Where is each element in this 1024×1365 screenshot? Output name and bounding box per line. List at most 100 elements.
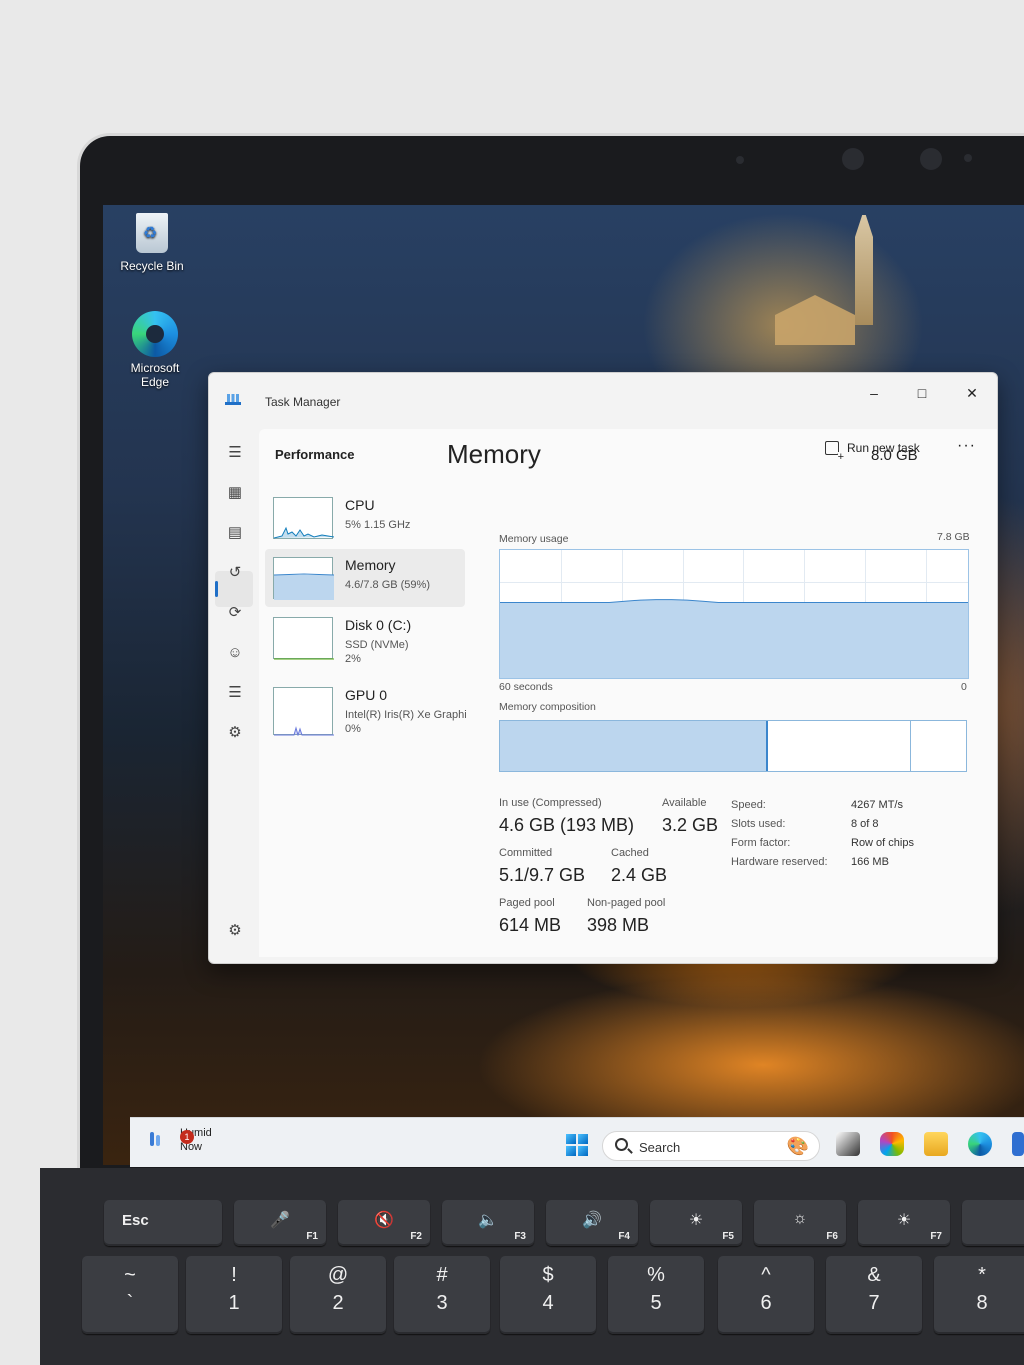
- weather-badge: 1: [180, 1130, 194, 1144]
- minimize-button[interactable]: –: [851, 373, 897, 413]
- search-icon: [615, 1138, 628, 1151]
- resource-cpu[interactable]: CPU 5% 1.15 GHz: [265, 489, 465, 547]
- key-backtick[interactable]: ~ `: [82, 1256, 178, 1334]
- key-f6-brightness-down[interactable]: ☼ F6: [754, 1200, 846, 1246]
- paged-pool-label: Paged pool: [499, 897, 555, 909]
- weather-widget[interactable]: 1 Humid Now: [150, 1126, 212, 1154]
- key-6[interactable]: ^ 6: [718, 1256, 814, 1334]
- disk-thumb-graph: [273, 617, 334, 660]
- app-history-icon[interactable]: ↺: [225, 563, 245, 583]
- resource-disk[interactable]: Disk 0 (C:) SSD (NVMe) 2%: [265, 609, 465, 667]
- key-3[interactable]: #3: [394, 1256, 490, 1334]
- resource-detail: 4.6/7.8 GB (59%): [345, 579, 430, 591]
- key-esc[interactable]: Esc: [104, 1200, 222, 1246]
- memory-usage-area: [500, 599, 968, 678]
- key-f5-keyboard-light[interactable]: ☀ F5: [650, 1200, 742, 1246]
- spec-slots-value: 8 of 8: [851, 818, 879, 830]
- memory-composition-label: Memory composition: [499, 701, 596, 713]
- gpu-thumb-graph: [273, 687, 334, 736]
- paged-pool-value: 614 MB: [499, 915, 562, 935]
- memory-usage-max: 7.8 GB: [937, 531, 970, 543]
- file-explorer-icon[interactable]: [924, 1132, 948, 1156]
- spec-hw-reserved-value: 166 MB: [851, 856, 889, 868]
- key-8[interactable]: * 8: [934, 1256, 1024, 1334]
- recycle-bin-icon: ♻: [136, 213, 168, 253]
- search-label: Search: [639, 1140, 681, 1155]
- recycle-bin-label: Recycle Bin: [120, 259, 184, 273]
- memory-usage-fill: [500, 599, 968, 678]
- memory-composition-bar: [499, 720, 967, 772]
- resource-gpu[interactable]: GPU 0 Intel(R) Iris(R) Xe Graphi 0%: [265, 679, 467, 737]
- more-options-button[interactable]: ···: [957, 437, 976, 455]
- non-paged-pool-label: Non-paged pool: [587, 897, 666, 909]
- committed-value: 5.1/9.7 GB: [499, 865, 586, 885]
- desktop-icon-recycle-bin[interactable]: ♻ Recycle Bin: [107, 213, 197, 273]
- in-use-value: 4.6 GB (193 MB): [499, 815, 635, 835]
- available-label: Available: [662, 797, 707, 809]
- key-f1-mic[interactable]: 🎤 F1: [234, 1200, 326, 1246]
- key-f8[interactable]: [962, 1200, 1024, 1246]
- resource-memory[interactable]: Memory 4.6/7.8 GB (59%): [265, 549, 465, 607]
- committed-label: Committed: [499, 847, 553, 859]
- composition-standby-divider: [910, 721, 912, 771]
- hamburger-menu-icon[interactable]: ☰: [225, 443, 245, 463]
- graph-x-right-label: 0: [961, 681, 967, 693]
- search-highlight-icon: 🎨: [786, 1136, 809, 1156]
- non-paged-pool-value: 398 MB: [587, 915, 650, 935]
- edge-taskbar-icon[interactable]: [968, 1132, 992, 1156]
- taskbar-search-box[interactable]: Search 🎨: [602, 1131, 820, 1161]
- microsoft-365-icon[interactable]: [880, 1132, 904, 1156]
- resource-name: Disk 0 (C:): [345, 617, 412, 633]
- services-icon[interactable]: ⚙: [225, 723, 245, 743]
- spec-slots-label: Slots used:: [731, 818, 786, 830]
- key-f3-volume-down[interactable]: 🔈 F3: [442, 1200, 534, 1246]
- key-5[interactable]: % 5: [608, 1256, 704, 1334]
- side-nav: ☰ ▦ ▤ ↺ ⟳ ☺ ☰ ⚙ ⚙: [209, 431, 259, 963]
- wallpaper-tower: [855, 215, 873, 325]
- settings-gear-icon[interactable]: ⚙: [225, 921, 245, 941]
- taskbar: 1 Humid Now Search 🎨: [130, 1117, 1024, 1167]
- users-icon[interactable]: ☺: [225, 643, 245, 663]
- desktop-icon-edge[interactable]: Microsoft Edge: [110, 311, 200, 389]
- spec-hw-reserved-label: Hardware reserved:: [731, 856, 828, 868]
- memory-total: 8.0 GB: [871, 447, 918, 464]
- store-icon[interactable]: [1012, 1132, 1024, 1156]
- close-button[interactable]: ✕: [949, 373, 995, 413]
- camera-light: [964, 154, 972, 162]
- page-title: Performance: [275, 447, 355, 462]
- task-view-icon[interactable]: [836, 1132, 860, 1156]
- keyboard: Esc 🎤 F1 🔇 F2 🔈 F3 🔊 F4 ☀ F5 ☼ F6 ☀ F7 ~ ` ! 1 @2…: [40, 1168, 1024, 1365]
- key-4[interactable]: $4: [500, 1256, 596, 1334]
- cached-value: 2.4 GB: [611, 865, 668, 885]
- spec-form-factor-label: Form factor:: [731, 837, 791, 849]
- run-task-icon: [825, 441, 844, 462]
- task-manager-logo-icon: [225, 393, 241, 405]
- memory-thumb-graph: [273, 557, 334, 600]
- spec-form-factor-value: Row of chips: [851, 837, 914, 849]
- window-title: Task Manager: [265, 395, 341, 409]
- spec-speed-label: Speed:: [731, 799, 766, 811]
- performance-icon[interactable]: ▤: [225, 523, 245, 543]
- task-manager-window: Task Manager – □ ✕ ☰ ▦ ▤ ↺ ⟳ ☺ ☰ ⚙ ⚙ Per…: [208, 372, 998, 964]
- key-f7-brightness-up[interactable]: ☀ F7: [858, 1200, 950, 1246]
- details-icon[interactable]: ☰: [225, 683, 245, 703]
- humidity-icon: [150, 1132, 160, 1146]
- key-f2-mute[interactable]: 🔇 F2: [338, 1200, 430, 1246]
- spec-speed-value: 4267 MT/s: [851, 799, 903, 811]
- resource-detail: SSD (NVMe): [345, 639, 409, 651]
- key-1[interactable]: ! 1: [186, 1256, 282, 1334]
- start-button-windows-icon[interactable]: [566, 1134, 588, 1156]
- resource-name: CPU: [345, 497, 375, 513]
- memory-usage-label: Memory usage: [499, 533, 569, 545]
- edge-label-line1: Microsoft: [130, 361, 180, 375]
- memory-usage-line: [500, 599, 968, 603]
- startup-apps-icon[interactable]: ⟳: [225, 603, 245, 623]
- key-7[interactable]: & 7: [826, 1256, 922, 1334]
- resource-detail: 5% 1.15 GHz: [345, 519, 411, 531]
- key-2[interactable]: @2: [290, 1256, 386, 1334]
- key-f4-volume-up[interactable]: 🔊 F4: [546, 1200, 638, 1246]
- processes-icon[interactable]: ▦: [225, 483, 245, 503]
- maximize-button[interactable]: □: [899, 373, 945, 413]
- resource-detail: Intel(R) Iris(R) Xe Graphi: [345, 709, 467, 721]
- camera-sensor: [736, 156, 744, 164]
